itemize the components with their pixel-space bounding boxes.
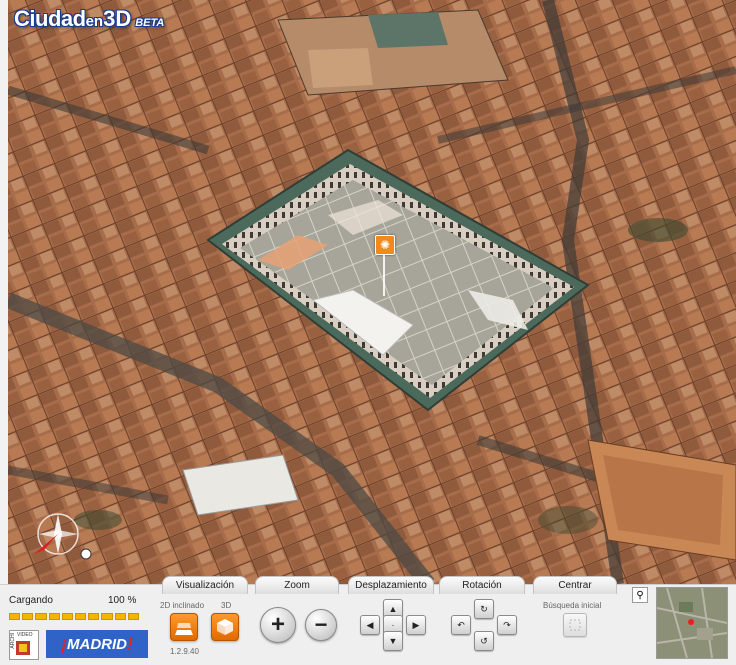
tab-zoom[interactable]: Zoom [255, 576, 339, 594]
pan-down-button[interactable]: ▼ [383, 631, 403, 651]
zoom-in-button[interactable]: + [260, 607, 296, 643]
arrow-left-icon: ◀ [366, 619, 374, 630]
minimap-image [657, 588, 727, 658]
pan-left-button[interactable]: ◀ [360, 615, 380, 635]
loading-label: Cargando [9, 595, 53, 606]
plus-icon: + [270, 611, 285, 638]
control-panel: Visualización Zoom Desplazamiento Rotaci… [0, 576, 736, 665]
busqueda-inicial-button[interactable] [563, 613, 587, 637]
arrow-up-icon: ▲ [388, 604, 398, 614]
rotate-down-icon: ↺ [480, 635, 488, 646]
busqueda-inicial-label: Búsqueda inicial [543, 601, 602, 610]
crosshair-icon [569, 619, 581, 631]
madrid-text: MADRID [67, 635, 127, 653]
logo-3d: 3D [103, 6, 132, 31]
mode-2d-button[interactable] [170, 613, 198, 641]
rotate-up-icon: ↻ [480, 603, 488, 614]
pan-right-button[interactable]: ▶ [406, 615, 426, 635]
tab-desplazamiento[interactable]: Desplazamiento [348, 576, 434, 594]
logo-beta: BETA [135, 17, 165, 29]
tilt-down-button[interactable]: ↺ [474, 631, 494, 651]
rotate-left-button[interactable]: ↶ [451, 615, 471, 635]
archivo-video-logo[interactable]: VIDEO ARCHI [9, 630, 39, 660]
rotate-left-icon: ↶ [457, 619, 465, 630]
tilt-up-button[interactable]: ↻ [474, 599, 494, 619]
rotate-right-button[interactable]: ↷ [497, 615, 517, 635]
tab-centrar[interactable]: Centrar [533, 576, 617, 594]
logo-en: en [85, 13, 104, 30]
overview-minimap[interactable] [656, 587, 728, 659]
rotate-right-icon: ↷ [503, 619, 511, 630]
tab-rotacion[interactable]: Rotación [439, 576, 525, 594]
madrid-close-mark: ! [127, 633, 133, 654]
mode-3d-label: 3D [221, 601, 232, 610]
cube-icon [217, 619, 233, 635]
version-text: 1.2.9.40 [170, 647, 199, 656]
logo-ciudad: Ciudad [14, 6, 86, 31]
archivo-top-text: VIDEO [17, 632, 33, 638]
minus-icon: − [314, 612, 328, 637]
arrow-right-icon: ▶ [412, 619, 420, 630]
mode-2d-label: 2D inclinado [160, 601, 205, 610]
sun-marker-icon[interactable]: ✺ [375, 235, 395, 255]
app-logo: Ciudaden3D BETA [14, 6, 164, 32]
center-dot-icon: · [391, 620, 395, 630]
city-aerial-render [8, 0, 736, 584]
arrow-down-icon: ▼ [388, 636, 398, 646]
tilted-plane-icon [175, 623, 193, 635]
poi-stem [383, 254, 385, 296]
coat-of-arms-icon [16, 641, 30, 655]
magnifier-icon[interactable]: ⚲ [632, 587, 648, 603]
tab-visualizacion[interactable]: Visualización [162, 576, 248, 594]
compass-icon[interactable] [24, 510, 94, 572]
zoom-out-button[interactable]: − [305, 609, 337, 641]
map-3d-viewport[interactable]: Ciudaden3D BETA ✺ [8, 0, 736, 584]
madrid-logo[interactable]: ¡ MADRID! [46, 630, 148, 658]
mode-3d-button[interactable] [211, 613, 239, 641]
loading-percent: 100 % [108, 595, 137, 606]
loading-progress-bar [9, 613, 140, 620]
